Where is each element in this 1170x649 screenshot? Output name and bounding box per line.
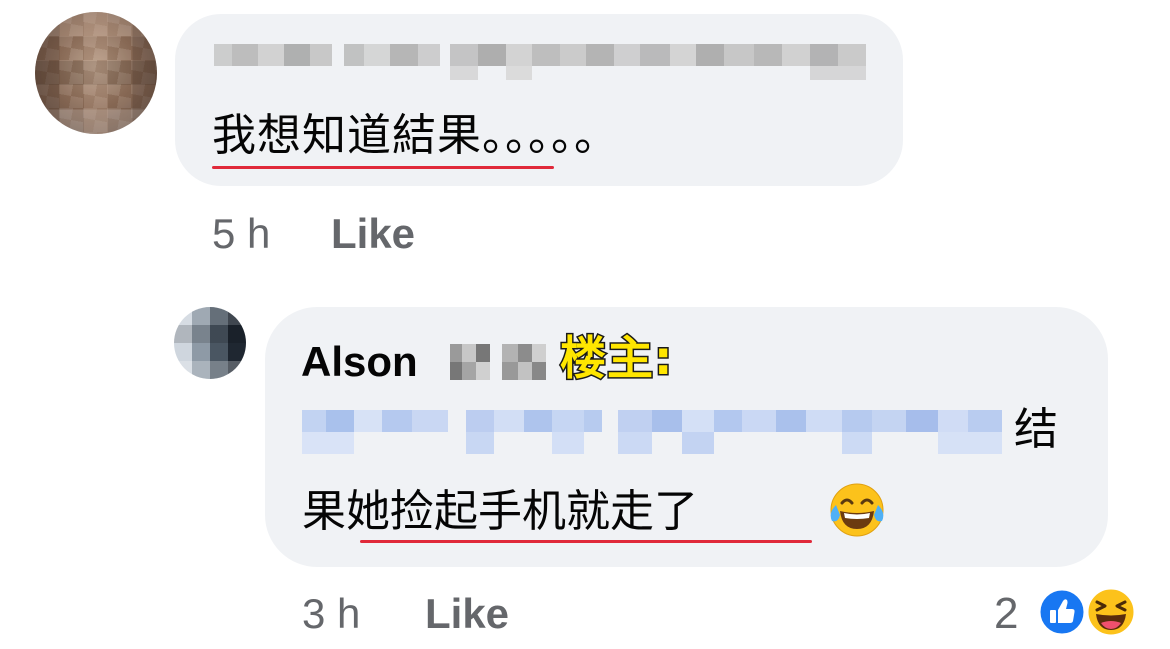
reply-author-avatar[interactable] xyxy=(174,307,246,379)
reaction-count[interactable]: 2 xyxy=(994,588,1018,640)
like-reaction-icon[interactable] xyxy=(1037,587,1087,642)
reply-author-name[interactable]: Alson xyxy=(301,336,418,388)
highlight-underline xyxy=(360,540,812,543)
highlight-underline xyxy=(212,166,554,169)
redacted-mention-tag[interactable] xyxy=(302,402,1002,458)
comment-text: 我想知道結果。。。。。 xyxy=(212,110,619,161)
commenter-avatar[interactable] xyxy=(35,12,157,134)
haha-reaction-icon[interactable] xyxy=(1085,586,1137,643)
avatar-blur-overlay xyxy=(35,12,157,134)
op-tag-label: 楼主: xyxy=(558,330,674,387)
reply-text-line-2: 果她捡起手机就走了 xyxy=(302,486,698,537)
reply-text-line-1: 结 xyxy=(1014,404,1058,455)
redacted-author-name xyxy=(214,44,866,80)
like-button[interactable]: Like xyxy=(331,210,415,258)
avatar-blur-overlay xyxy=(174,307,246,379)
like-button[interactable]: Like xyxy=(425,590,509,638)
tears-of-joy-emoji-icon xyxy=(826,481,888,544)
reply-timestamp[interactable]: 3 h xyxy=(302,590,360,638)
redacted-author-surname xyxy=(450,344,546,380)
comment-timestamp[interactable]: 5 h xyxy=(212,210,270,258)
